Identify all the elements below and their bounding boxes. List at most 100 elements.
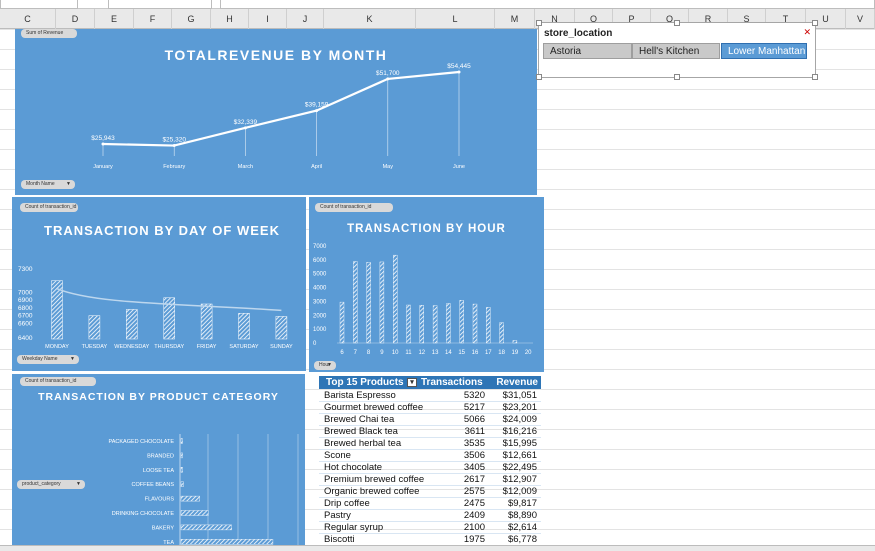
hour-filter-button[interactable]: Hour ▼ bbox=[314, 361, 336, 370]
day-y-tick-label: 6700 bbox=[18, 313, 33, 320]
hour-tick-label: 10 bbox=[392, 350, 399, 356]
day-y-tick-label: 6600 bbox=[18, 320, 33, 327]
revenue-point bbox=[386, 77, 390, 81]
chevron-down-icon: ▼ bbox=[76, 481, 81, 487]
product-name-cell: Hot chocolate bbox=[324, 462, 383, 473]
header-revenue: Revenue bbox=[496, 377, 538, 388]
column-header-d[interactable]: D bbox=[56, 9, 95, 29]
category-bar bbox=[180, 467, 183, 473]
header-transactions: Transactions bbox=[421, 377, 483, 388]
hour-chart-panel[interactable]: Count of transaction_id TRANSACTION BY H… bbox=[309, 197, 544, 372]
resize-handle[interactable] bbox=[536, 74, 542, 80]
column-header-m[interactable]: M bbox=[495, 9, 535, 29]
table-row[interactable]: Premium brewed coffee 2617 $12,907 bbox=[319, 474, 541, 486]
day-category-label: MONDAY bbox=[45, 344, 69, 350]
table-row[interactable]: Barista Espresso 5320 $31,051 bbox=[319, 390, 541, 402]
day-y-tick-label: 6800 bbox=[18, 305, 33, 312]
product-name-cell: Biscotti bbox=[324, 534, 355, 545]
day-bar bbox=[200, 303, 213, 340]
month-name-filter-button[interactable]: Month Name ▼ bbox=[21, 180, 75, 189]
name-box[interactable] bbox=[0, 0, 78, 9]
clear-filter-icon[interactable]: ✕ bbox=[803, 27, 811, 38]
product-name-cell: Barista Espresso bbox=[324, 390, 396, 401]
formula-buttons[interactable] bbox=[108, 0, 212, 9]
table-row[interactable]: Gourmet brewed coffee 5217 $23,201 bbox=[319, 402, 541, 414]
revenue-data-label: $39,159 bbox=[305, 102, 329, 109]
revenue-point bbox=[243, 126, 247, 130]
revenue-data-label: $25,943 bbox=[91, 135, 115, 142]
month-name-filter-label: Month Name bbox=[26, 181, 55, 187]
resize-handle[interactable] bbox=[536, 20, 542, 26]
revenue-cell: $9,817 bbox=[507, 498, 537, 509]
product-name-cell: Premium brewed coffee bbox=[324, 474, 425, 485]
filter-dropdown-icon[interactable]: ▾ bbox=[407, 378, 417, 387]
hour-tick-label: 7 bbox=[354, 350, 358, 356]
revenue-chart-panel[interactable]: Sum of Revenue TOTALREVENUE BY MONTH $25… bbox=[15, 29, 537, 195]
category-label: BAKERY bbox=[152, 525, 175, 531]
column-header-i[interactable]: I bbox=[249, 9, 287, 29]
store-location-slicer[interactable]: store_location ✕ Astoria Hell's Kitchen … bbox=[536, 20, 818, 80]
hour-tick-label: 11 bbox=[405, 350, 412, 356]
slicer-item-astoria[interactable]: Astoria bbox=[543, 43, 632, 59]
hour-tick-label: 18 bbox=[498, 350, 505, 356]
resize-handle[interactable] bbox=[812, 74, 818, 80]
hour-tick-label: 19 bbox=[512, 350, 519, 356]
table-row[interactable]: Regular syrup 2100 $2,614 bbox=[319, 522, 541, 534]
revenue-cell: $12,907 bbox=[502, 474, 537, 485]
column-header-c[interactable]: C bbox=[0, 9, 56, 29]
hour-bar bbox=[432, 305, 438, 344]
formula-bar-strip bbox=[0, 0, 875, 9]
category-label: BRANDED bbox=[147, 453, 174, 459]
day-category-label: TUESDAY bbox=[82, 344, 108, 350]
category-bar bbox=[180, 539, 274, 545]
product-name-cell: Gourmet brewed coffee bbox=[324, 402, 424, 413]
day-y-tick-label: 7300 bbox=[18, 266, 33, 273]
transactions-cell: 3506 bbox=[463, 450, 485, 461]
table-row[interactable]: Organic brewed coffee 2575 $12,009 bbox=[319, 486, 541, 498]
hour-y-tick-label: 3000 bbox=[313, 299, 327, 305]
category-chart-panel[interactable]: Count of transaction_id TRANSACTION BY P… bbox=[12, 374, 305, 545]
category-bar bbox=[180, 452, 183, 459]
revenue-cell: $6,778 bbox=[507, 534, 537, 545]
day-chart-panel[interactable]: Count of transaction_id TRANSACTION BY D… bbox=[12, 197, 306, 371]
product-name-cell: Brewed herbal tea bbox=[324, 438, 402, 449]
resize-handle[interactable] bbox=[812, 20, 818, 26]
formula-input[interactable] bbox=[220, 0, 875, 9]
table-row[interactable]: Brewed Chai tea 5066 $24,009 bbox=[319, 414, 541, 426]
hour-bar bbox=[353, 261, 358, 344]
day-category-label: WEDNESDAY bbox=[114, 344, 149, 350]
column-header-j[interactable]: J bbox=[287, 9, 324, 29]
transactions-cell: 2100 bbox=[463, 522, 485, 533]
product-category-filter-button[interactable]: product_category ▼ bbox=[17, 480, 85, 489]
hour-tick-label: 13 bbox=[432, 350, 439, 356]
table-row[interactable]: Brewed herbal tea 3535 $15,995 bbox=[319, 438, 541, 450]
column-header-v[interactable]: V bbox=[846, 9, 875, 29]
weekday-name-filter-button[interactable]: Weekday Name ▼ bbox=[17, 355, 79, 364]
table-row[interactable]: Hot chocolate 3405 $22,495 bbox=[319, 462, 541, 474]
column-header-f[interactable]: F bbox=[134, 9, 172, 29]
column-header-l[interactable]: L bbox=[416, 9, 495, 29]
revenue-point bbox=[172, 144, 176, 148]
slicer-item-lower-manhattan[interactable]: Lower Manhattan bbox=[721, 43, 807, 59]
revenue-cell: $24,009 bbox=[502, 414, 537, 425]
month-tick-label: March bbox=[238, 164, 253, 170]
category-label: DRINKING CHOCOLATE bbox=[112, 511, 175, 517]
hour-y-tick-label: 5000 bbox=[313, 272, 327, 278]
revenue-cell: $31,051 bbox=[502, 390, 537, 401]
revenue-point bbox=[315, 109, 319, 113]
sheet-tab-bar[interactable] bbox=[0, 545, 875, 551]
table-row[interactable]: Pastry 2409 $8,890 bbox=[319, 510, 541, 522]
column-header-g[interactable]: G bbox=[172, 9, 211, 29]
resize-handle[interactable] bbox=[674, 20, 680, 26]
column-header-h[interactable]: H bbox=[211, 9, 249, 29]
resize-handle[interactable] bbox=[674, 74, 680, 80]
table-row[interactable]: Brewed Black tea 3611 $16,216 bbox=[319, 426, 541, 438]
table-row[interactable]: Drip coffee 2475 $9,817 bbox=[319, 498, 541, 510]
column-header-k[interactable]: K bbox=[324, 9, 416, 29]
column-header-e[interactable]: E bbox=[95, 9, 134, 29]
transactions-cell: 2617 bbox=[463, 474, 485, 485]
slicer-item-hells-kitchen[interactable]: Hell's Kitchen bbox=[632, 43, 720, 59]
table-row[interactable]: Scone 3506 $12,661 bbox=[319, 450, 541, 462]
hour-bar bbox=[472, 303, 478, 344]
transactions-cell: 3611 bbox=[464, 426, 485, 437]
